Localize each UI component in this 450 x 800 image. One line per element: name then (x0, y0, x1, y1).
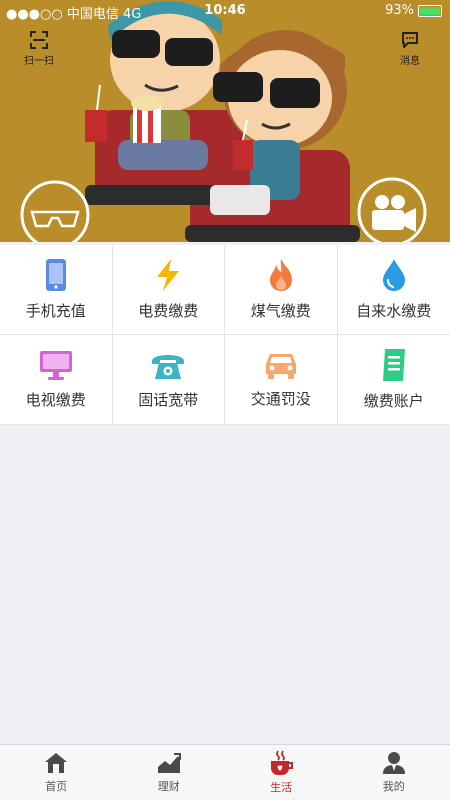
tab-label: 首页 (45, 780, 68, 793)
service-grid: 手机充值 电费缴费 煤气缴费 自来水缴费 电视缴费 固话宽带 交通罚没 缴费账户 (0, 245, 450, 425)
tab-home[interactable]: 首页 (0, 745, 113, 800)
flame-icon (269, 259, 292, 291)
service-gas[interactable]: 煤气缴费 (225, 245, 338, 334)
tab-finance[interactable]: 理财 (113, 745, 226, 800)
clock: 10:46 (204, 3, 246, 18)
tab-label: 理财 (157, 780, 180, 793)
banner-illustration[interactable] (0, 0, 450, 242)
tv-icon (39, 351, 72, 380)
service-payment-account[interactable]: 缴费账户 (338, 335, 450, 424)
service-landline[interactable]: 固话宽带 (113, 335, 225, 424)
battery-fill (420, 6, 441, 15)
water-drop-icon (382, 259, 405, 291)
status-bar: ●●●○○ 中国电信 4G 10:46 93% (0, 0, 450, 22)
service-label: 煤气缴费 (250, 302, 311, 320)
service-mobile-topup[interactable]: 手机充值 (0, 245, 113, 334)
message-label: 消息 (400, 56, 420, 67)
service-water[interactable]: 自来水缴费 (338, 245, 450, 334)
service-tv[interactable]: 电视缴费 (0, 335, 113, 424)
life-cup-icon (271, 750, 294, 775)
service-traffic-fine[interactable]: 交通罚没 (225, 335, 338, 424)
tab-profile[interactable]: 我的 (338, 745, 450, 800)
service-label: 缴费账户 (363, 392, 424, 410)
status-right: 93% (385, 3, 442, 18)
bottom-tab-bar: 首页 理财 生活 我的 (0, 744, 450, 800)
phone-icon (45, 259, 66, 291)
tab-label: 我的 (382, 780, 405, 793)
service-label: 固话宽带 (138, 391, 199, 409)
scan-button[interactable]: 扫一扫 (24, 30, 54, 67)
tab-label: 生活 (270, 781, 293, 794)
service-label: 手机充值 (25, 302, 86, 320)
service-label: 电费缴费 (138, 302, 199, 320)
cinema-illustration (0, 0, 450, 242)
service-label: 交通罚没 (250, 390, 311, 408)
lightning-icon (157, 259, 180, 291)
scan-icon (30, 31, 48, 49)
tab-life[interactable]: 生活 (225, 745, 338, 800)
battery-icon (418, 4, 442, 17)
service-row-1: 手机充值 电费缴费 煤气缴费 自来水缴费 (0, 245, 450, 335)
message-button[interactable]: 消息 (400, 30, 420, 67)
scan-label: 扫一扫 (24, 56, 54, 67)
service-label: 自来水缴费 (356, 302, 432, 320)
home-icon (45, 753, 68, 773)
battery-percent: 93% (385, 3, 414, 18)
message-icon (402, 32, 418, 48)
service-label: 电视缴费 (25, 391, 86, 409)
car-icon (265, 354, 296, 379)
service-row-2: 电视缴费 固话宽带 交通罚没 缴费账户 (0, 335, 450, 425)
profile-icon (382, 752, 405, 774)
finance-chart-icon (157, 753, 181, 773)
account-book-icon (382, 349, 405, 381)
telephone-icon (152, 355, 185, 379)
service-electricity[interactable]: 电费缴费 (113, 245, 225, 334)
